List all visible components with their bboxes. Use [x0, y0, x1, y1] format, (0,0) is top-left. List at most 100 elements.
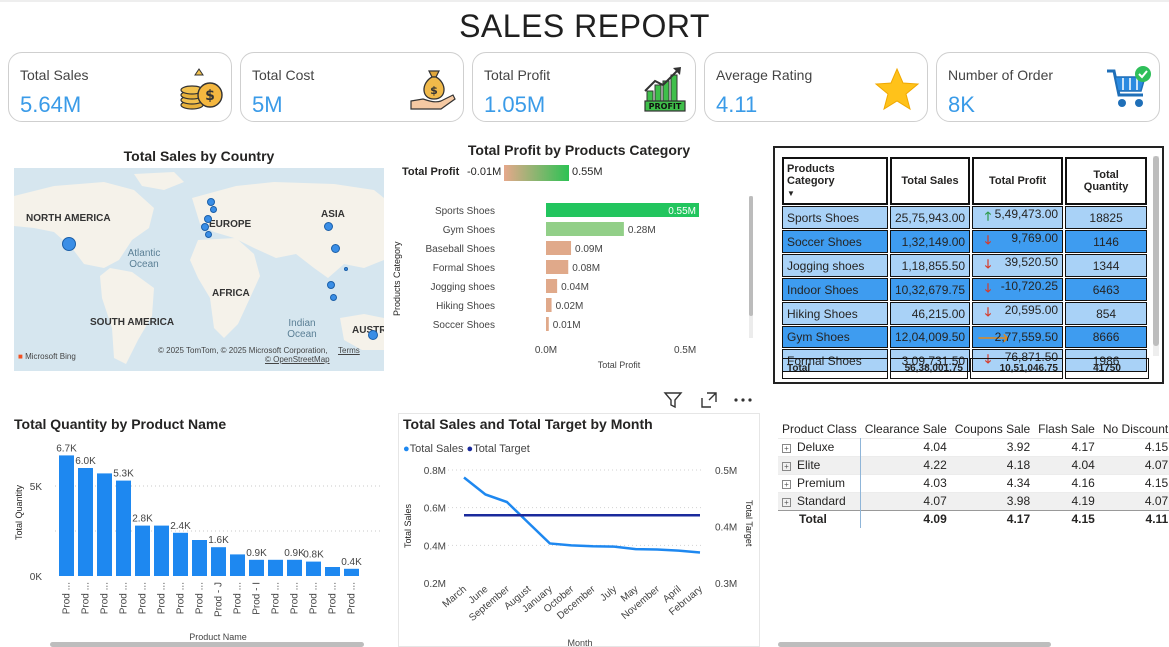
- expand-plus-icon[interactable]: +: [782, 444, 791, 453]
- quantity-bar[interactable]: [230, 554, 245, 576]
- kpi-label: Number of Order: [948, 67, 1054, 83]
- table-scrollbar[interactable]: [1153, 156, 1159, 356]
- table-row[interactable]: Sports Shoes 25,75,943.00 🡑 5,49,473.00 1882…: [782, 206, 1148, 229]
- cell-quantity: 1344: [1065, 254, 1148, 277]
- map-bubble[interactable]: [204, 215, 212, 223]
- x-tick-label: Prod ...: [328, 582, 339, 614]
- quantity-bar[interactable]: [154, 525, 169, 576]
- profit-bar[interactable]: [546, 260, 569, 274]
- quantity-bar[interactable]: [287, 559, 302, 576]
- matrix-row-label[interactable]: + Elite: [778, 455, 862, 474]
- matrix-header-class[interactable]: Product Class: [778, 420, 861, 438]
- col-header-category[interactable]: Products Category ▼: [782, 157, 888, 205]
- map-bubble-usa[interactable]: [62, 237, 76, 251]
- quantity-bar[interactable]: [325, 567, 340, 576]
- matrix-total-cell: 4.11: [1098, 509, 1169, 528]
- map-osm-link[interactable]: © OpenStreetMap: [265, 355, 330, 364]
- col-header-profit[interactable]: Total Profit: [972, 157, 1064, 205]
- table-row[interactable]: Jogging shoes 1,18,855.50 🡓 39,520.50 1344: [782, 254, 1148, 277]
- qty-scroll-thumb[interactable]: [50, 642, 364, 647]
- matrix-row-label[interactable]: + Deluxe: [778, 437, 862, 456]
- x-tick-label: Prod - I: [252, 582, 263, 615]
- map-bubble[interactable]: [368, 330, 378, 340]
- expand-plus-icon[interactable]: +: [782, 462, 791, 471]
- quantity-bar[interactable]: [249, 559, 264, 576]
- map-bubble[interactable]: [207, 198, 215, 206]
- matrix-header-flash[interactable]: Flash Sale: [1034, 420, 1099, 438]
- matrix-header-no-discount[interactable]: No Discount: [1099, 420, 1169, 438]
- quantity-bar[interactable]: [192, 540, 207, 576]
- quantity-bar[interactable]: [268, 559, 283, 576]
- profit-chart-icon: PROFIT: [644, 67, 686, 112]
- matrix-row-label[interactable]: + Premium: [778, 473, 862, 492]
- y-right-tick-label: 0.5M: [715, 466, 737, 477]
- matrix-header-clearance[interactable]: Clearance Sale: [861, 420, 951, 438]
- profit-bar[interactable]: [546, 298, 552, 312]
- kpi-card-average-rating[interactable]: Average Rating 4.11: [704, 52, 928, 122]
- map-terms-link[interactable]: Terms: [338, 346, 360, 355]
- quantity-bar[interactable]: [78, 468, 93, 576]
- legend-label-target: Total Target: [473, 443, 530, 455]
- map-landmass: [14, 172, 384, 364]
- table-row[interactable]: Hiking Shoes 46,215.00 🡓 20,595.00 854: [782, 302, 1148, 325]
- kpi-card-total-profit[interactable]: Total Profit 1.05M PROFIT: [472, 52, 696, 122]
- quantity-bar[interactable]: [116, 480, 131, 576]
- sales-target-line-chart[interactable]: 0.8M0.6M0.4M0.2M0.5M0.4M0.3MMarchJuneSep…: [400, 455, 758, 647]
- profit-bar[interactable]: [546, 222, 624, 236]
- more-options-icon[interactable]: [733, 390, 753, 410]
- expand-plus-icon[interactable]: +: [782, 498, 791, 507]
- cell-quantity: 854: [1065, 302, 1148, 325]
- matrix-cell: 4.07: [1098, 455, 1169, 474]
- sales-map[interactable]: NORTH AMERICA EUROPE ASIA AFRICA SOUTH A…: [14, 168, 384, 371]
- quantity-bar[interactable]: [135, 525, 150, 576]
- kpi-card-total-cost[interactable]: Total Cost 5M $: [240, 52, 464, 122]
- matrix-row-label[interactable]: + Standard: [778, 491, 862, 510]
- map-bubble[interactable]: [210, 206, 217, 213]
- x-tick-label: 0.0M: [535, 345, 557, 356]
- table-row[interactable]: Soccer Shoes 1,32,149.00 🡓 9,769.00 1146: [782, 230, 1148, 253]
- quantity-bar[interactable]: [306, 561, 321, 576]
- table-row[interactable]: Gym Shoes 12,04,009.50 🡒 2,77,559.50 8666: [782, 326, 1148, 348]
- matrix-scroll-thumb[interactable]: [778, 642, 1051, 647]
- profit-scroll-track[interactable]: [749, 196, 753, 338]
- map-bubble[interactable]: [327, 281, 335, 289]
- map-bubble[interactable]: [201, 223, 209, 231]
- matrix-row[interactable]: + Premium 4.03 4.34 4.16 4.15: [778, 473, 1169, 492]
- quantity-bar[interactable]: [97, 473, 112, 576]
- x-tick-label: Prod ...: [309, 582, 320, 614]
- cell-profit: 🡓 20,595.00: [972, 302, 1064, 325]
- map-bubble[interactable]: [331, 244, 340, 253]
- matrix-row[interactable]: + Elite 4.22 4.18 4.04 4.07: [778, 455, 1169, 474]
- expand-plus-icon[interactable]: +: [782, 480, 791, 489]
- table-row[interactable]: Indoor Shoes 10,32,679.75 🡓 -10,720.25 6463: [782, 278, 1148, 301]
- map-bubble[interactable]: [205, 231, 212, 238]
- matrix-row[interactable]: + Deluxe 4.04 3.92 4.17 4.15: [778, 437, 1169, 456]
- table-scroll-thumb[interactable]: [1153, 156, 1159, 346]
- kpi-card-total-sales[interactable]: Total Sales 5.64M $: [8, 52, 232, 122]
- filter-icon[interactable]: [663, 390, 683, 410]
- qty-bar-chart[interactable]: 5K 0K 6.7K Prod ... 6.0K Prod ... Prod ... 5.3K…: [24, 440, 384, 645]
- focus-mode-icon[interactable]: [699, 390, 719, 410]
- quantity-bar[interactable]: [344, 568, 359, 576]
- profit-scroll-thumb[interactable]: [749, 196, 753, 316]
- map-bubble[interactable]: [344, 267, 348, 271]
- x-tick-label: July: [598, 584, 619, 604]
- col-header-quantity[interactable]: Total Quantity: [1065, 157, 1148, 205]
- quantity-bar[interactable]: [173, 532, 188, 576]
- matrix-header-coupons[interactable]: Coupons Sale: [951, 420, 1034, 438]
- profit-bar-chart[interactable]: Sports Shoes 0.55M Gym Shoes 0.28M Baseball …: [400, 196, 750, 376]
- map-bubble[interactable]: [324, 222, 333, 231]
- quantity-bar[interactable]: [59, 455, 74, 576]
- bar-data-label: 0.02M: [556, 301, 584, 312]
- profit-bar[interactable]: [546, 317, 549, 331]
- shopping-cart-check-icon: [1107, 66, 1151, 107]
- map-bubble[interactable]: [330, 294, 337, 301]
- matrix-row[interactable]: + Standard 4.07 3.98 4.19 4.07: [778, 491, 1169, 510]
- cell-quantity: 18825: [1065, 206, 1148, 229]
- kpi-card-number-of-order[interactable]: Number of Order 8K: [936, 52, 1160, 122]
- map-label-atlantic-ocean: Atlantic Ocean: [127, 248, 161, 270]
- profit-bar[interactable]: [546, 279, 558, 293]
- col-header-sales[interactable]: Total Sales: [890, 157, 971, 205]
- profit-bar[interactable]: [546, 241, 572, 255]
- quantity-bar[interactable]: [211, 547, 226, 576]
